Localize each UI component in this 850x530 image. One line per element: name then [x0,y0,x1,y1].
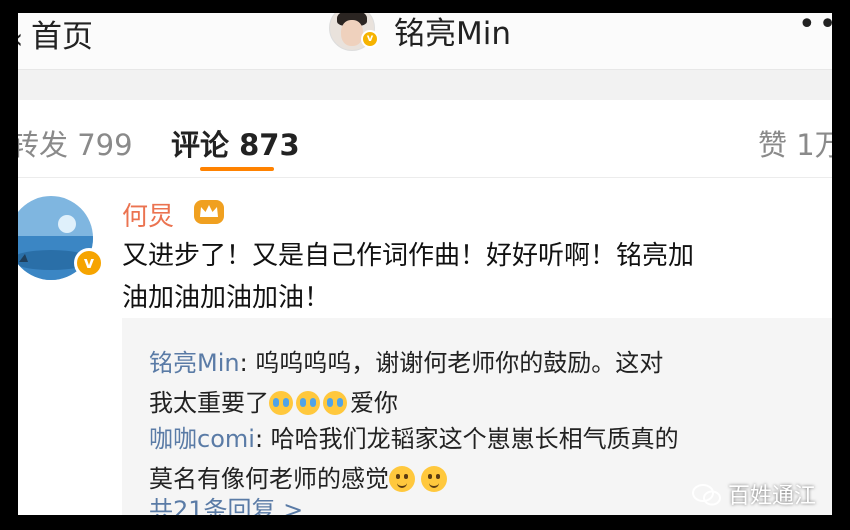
avatar-face [341,20,363,46]
reply-tail: 爱你 [350,389,398,417]
smile-emoji-icon [389,466,415,492]
nav-bar: ‹ 首页 v 铭亮Min •• [18,13,832,70]
verified-badge-icon: v [74,248,104,278]
reply-text: : 哈哈我们龙韬家这个崽崽长相气质真的 [254,425,679,453]
active-tab-indicator [200,167,274,171]
section-gap [18,70,832,100]
comment-body: 又进步了！又是自己作词作曲！好好听啊！铭亮加 油加油加油加油！ [122,235,832,319]
more-replies-link[interactable]: 共21条回复 > [149,490,303,515]
verified-badge-icon: v [361,30,379,48]
page-title[interactable]: 铭亮Min [394,13,511,53]
weibo-screen: ‹ 首页 v 铭亮Min •• 转发 799 评论 873 赞 1万 v 何炅 … [18,13,832,515]
comment-line-1: 又进步了！又是自己作词作曲！好好听啊！铭亮加 [122,241,695,271]
back-chevron-icon[interactable]: ‹ [18,22,23,55]
smile-emoji-icon [421,466,447,492]
tab-repost[interactable]: 转发 799 [18,122,133,164]
reply-author[interactable]: 铭亮Min [149,349,240,377]
crying-emoji-icon [296,391,320,415]
comment-line-2: 油加油加油加油！ [122,283,331,313]
crying-emoji-icon [323,391,347,415]
commenter-name[interactable]: 何炅 [122,196,174,233]
watermark: 百姓通江 [692,478,816,510]
reply-author[interactable]: 咖咖comi [149,425,255,453]
reply-item: 铭亮Min: 呜呜呜呜，谢谢何老师你的鼓励。这对 我太重要了 爱你 [149,343,663,423]
reply-item: 咖咖comi: 哈哈我们龙韬家这个崽崽长相气质真的 莫名有像何老师的感觉 [149,419,679,499]
crown-icon [194,200,224,224]
reply-text-2: 我太重要了 [149,389,269,417]
crying-emoji-icon [269,391,293,415]
tab-likes[interactable]: 赞 1万 [758,122,832,164]
back-home-link[interactable]: 首页 [31,13,93,56]
wechat-icon [692,484,721,506]
more-icon[interactable]: •• [798,13,832,42]
reply-text-2: 莫名有像何老师的感觉 [149,465,389,493]
reply-text: : 呜呜呜呜，谢谢何老师你的鼓励。这对 [239,349,664,377]
tab-comments[interactable]: 评论 873 [171,122,300,164]
divider [18,177,832,178]
watermark-text: 百姓通江 [728,484,817,509]
